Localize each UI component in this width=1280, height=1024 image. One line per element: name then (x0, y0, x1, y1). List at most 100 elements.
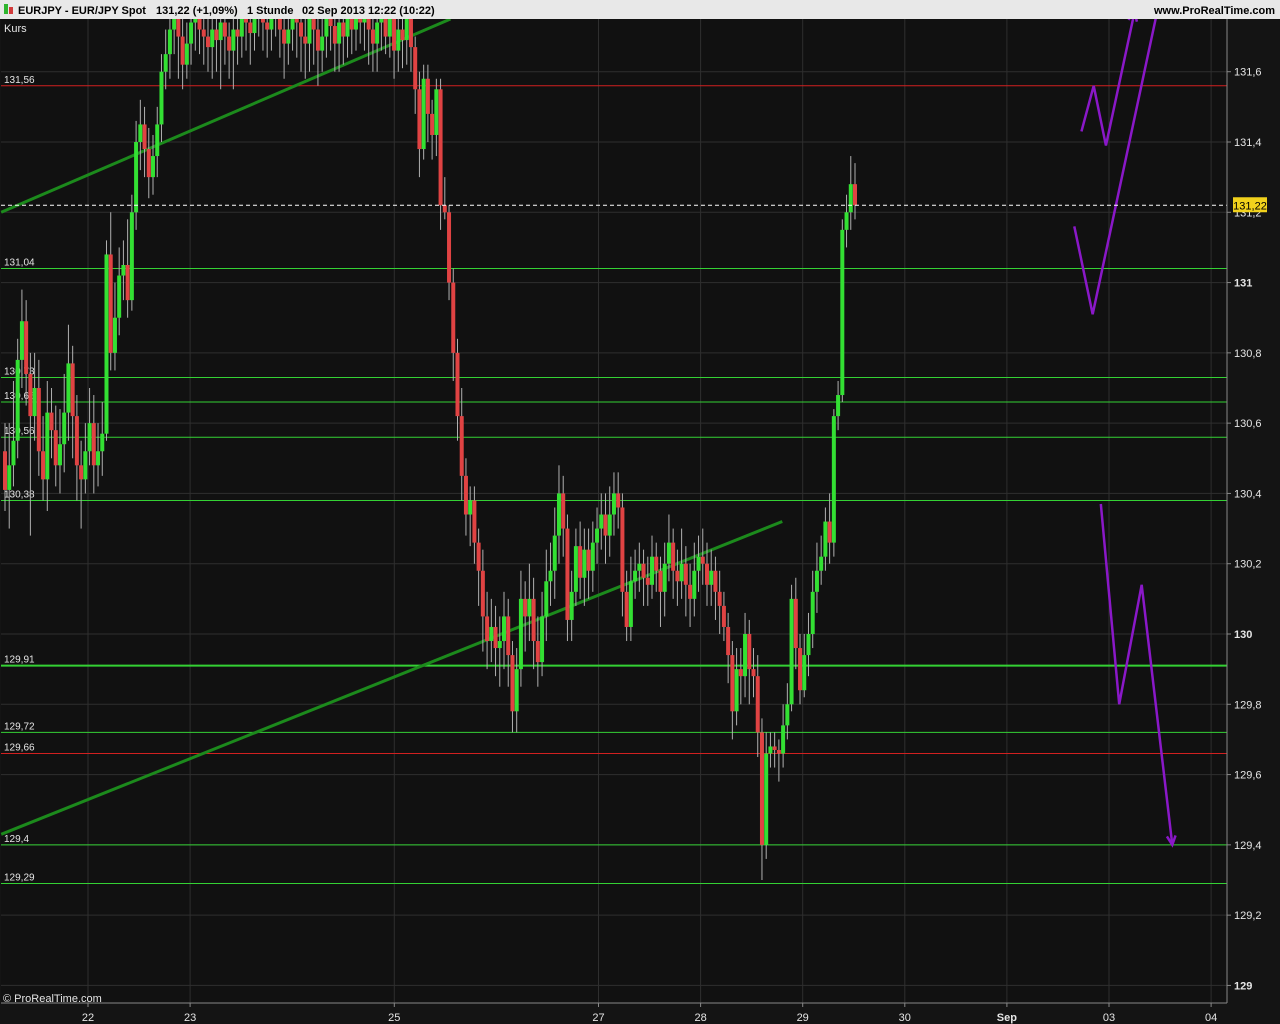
candle-body (814, 570, 819, 592)
candle-body (506, 616, 511, 656)
candle-body (544, 581, 549, 617)
candle-body (582, 549, 587, 578)
candle-body (227, 36, 232, 51)
candle-body (781, 725, 786, 754)
candle-body (41, 451, 46, 480)
candle-body (70, 363, 75, 417)
candle-body (87, 423, 92, 452)
candle-body (430, 113, 435, 135)
candle-body (62, 412, 67, 445)
candle-body (45, 412, 50, 480)
candle-body (117, 275, 122, 318)
candle-body (404, 15, 409, 41)
header-interval: 1 Stunde (247, 5, 293, 17)
last-price-tag: 131,22 (1233, 197, 1267, 213)
candle-body (100, 433, 105, 452)
candle-body (840, 229, 845, 396)
candle-body (455, 352, 460, 417)
candle-body (755, 676, 760, 733)
candle-body (730, 655, 735, 712)
candle-body (146, 149, 151, 178)
candle-body (121, 265, 126, 276)
candle-body (531, 598, 536, 642)
x-tick-label: 29 (797, 1012, 809, 1024)
candle-body (523, 598, 528, 617)
candle-body (853, 184, 857, 206)
candle-body (468, 500, 473, 515)
candle-body (502, 616, 507, 642)
candle-body (79, 465, 84, 480)
candle-body (337, 22, 342, 44)
candle-body (561, 493, 566, 529)
level-label: 129,66 (4, 742, 35, 753)
candle-body (764, 753, 769, 845)
candle-body (569, 591, 574, 620)
candle-body (159, 71, 164, 125)
candle-body (586, 549, 591, 571)
x-tick-label: 28 (694, 1012, 706, 1024)
candle-body (637, 563, 642, 571)
header-site-link[interactable]: www.ProRealTime.com (1153, 5, 1275, 17)
candle-body (7, 465, 12, 490)
candle-body (472, 500, 477, 543)
candle-body (151, 156, 156, 178)
candle-body (210, 29, 215, 48)
candle-body (671, 542, 676, 571)
candle-body (286, 29, 291, 44)
candle-body (696, 556, 701, 571)
candle-body (776, 749, 781, 754)
candle-body (447, 212, 452, 283)
candle-body (417, 89, 422, 150)
candle-body (844, 212, 849, 230)
candle-body (125, 265, 130, 301)
candle-body (91, 423, 96, 466)
candle-body (303, 36, 308, 44)
candle-body (654, 556, 659, 571)
x-tick-label: 25 (388, 1012, 400, 1024)
candle-body (713, 570, 718, 592)
candle-body (607, 514, 612, 536)
candle-body (573, 546, 578, 592)
candle-body (709, 570, 714, 585)
candle-body (628, 581, 633, 627)
candle-body (785, 704, 790, 726)
header-symbol: EURJPY - EUR/JPY Spot (18, 5, 146, 17)
y-tick-label: 131,4 (1234, 137, 1262, 149)
candle-body (425, 78, 430, 114)
candle-body (396, 29, 401, 51)
candle-body (535, 641, 540, 663)
price-chart[interactable]: 131,56131,04130,73130,66130,56130,38129,… (0, 0, 1280, 1024)
x-tick-label: 22 (82, 1012, 94, 1024)
candle-body (74, 416, 79, 466)
x-tick-label: 27 (592, 1012, 604, 1024)
candle-body (552, 535, 557, 571)
candle-body (476, 542, 481, 571)
candle-body (485, 616, 490, 642)
candle-body (408, 15, 413, 48)
candle-body (19, 321, 24, 360)
candle-body (3, 451, 7, 490)
candle-body (142, 124, 147, 150)
candle-body (548, 570, 553, 582)
candle-body (700, 556, 705, 564)
candle-body (96, 451, 101, 466)
candle-body (28, 373, 33, 417)
candle-body (387, 19, 392, 37)
candle-body (679, 563, 684, 582)
candle-body (743, 634, 748, 677)
panel-label: Kurs (4, 23, 27, 35)
candle-body (315, 29, 320, 51)
candle-body (658, 570, 663, 592)
candle-body (540, 616, 545, 663)
candle-body (459, 416, 464, 476)
candle-body (789, 598, 794, 705)
candle-body (176, 19, 181, 37)
candle-body (235, 29, 240, 37)
candle-body (180, 36, 185, 65)
candle-body (768, 746, 773, 754)
y-tick-label: 129,4 (1234, 840, 1262, 852)
candle-body (189, 22, 194, 44)
candle-body (590, 542, 595, 571)
level-label: 131,56 (4, 75, 35, 86)
candle-body (205, 36, 210, 48)
